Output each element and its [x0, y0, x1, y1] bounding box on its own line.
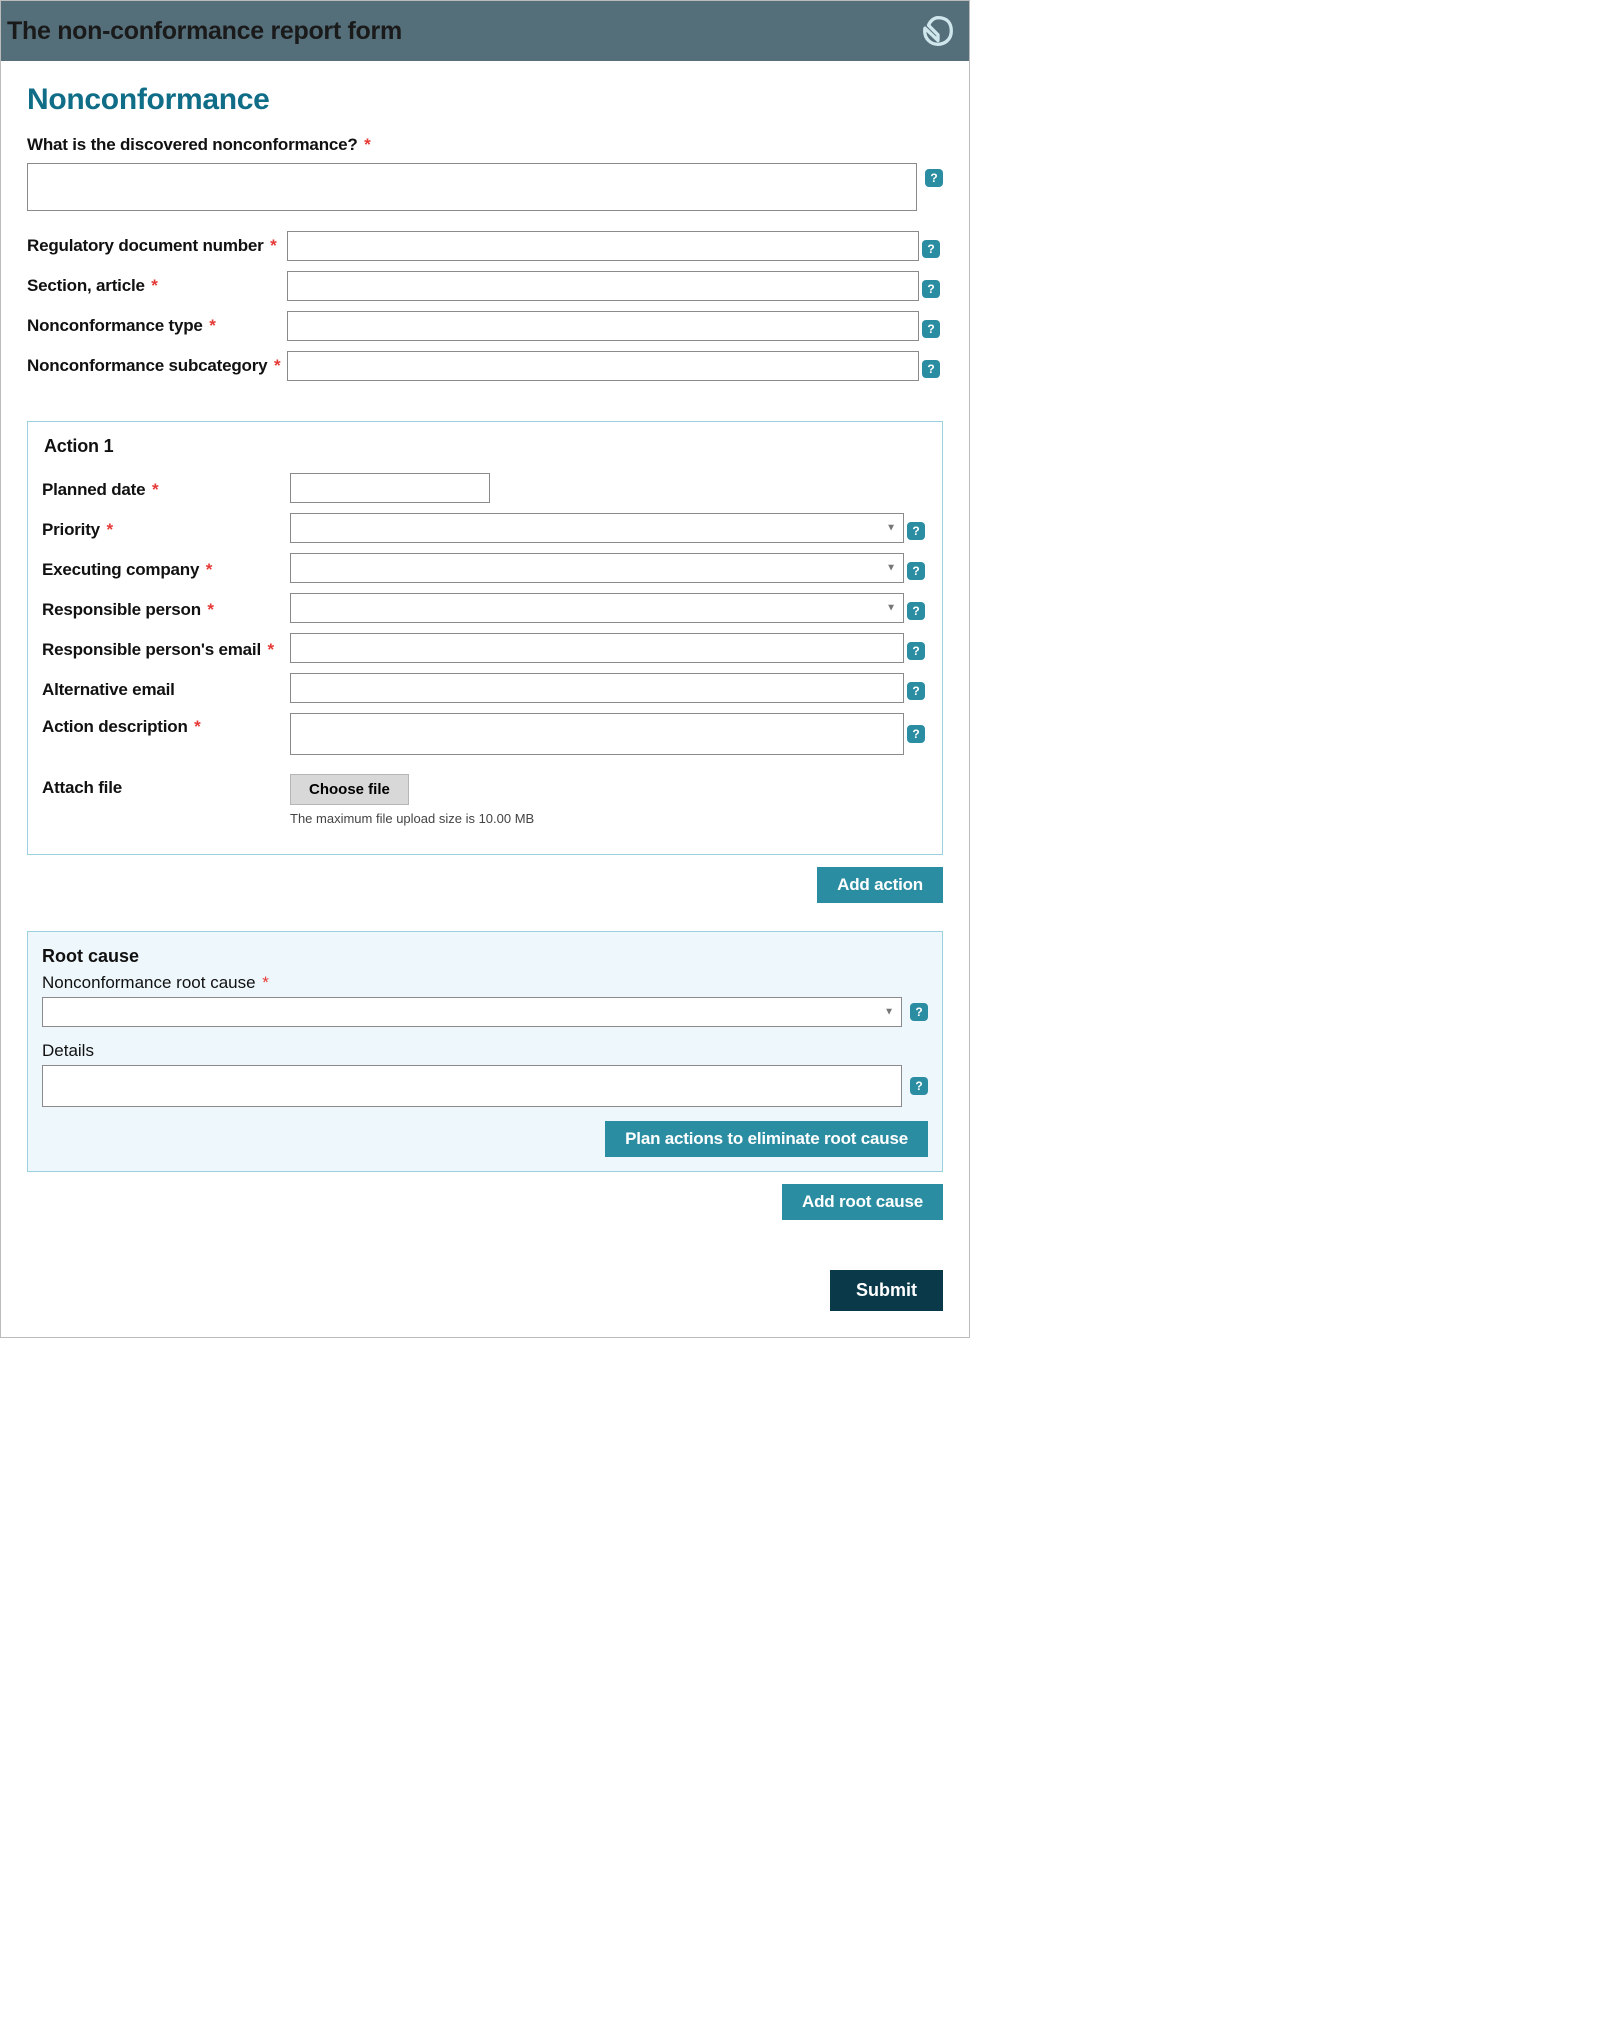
help-icon[interactable]: ? — [925, 169, 943, 187]
nonconformance-type-input[interactable] — [287, 311, 919, 341]
help-icon[interactable]: ? — [907, 642, 925, 660]
root-cause-title: Root cause — [42, 946, 928, 967]
label-section-article: Section, article — [27, 276, 145, 295]
required-marker: * — [207, 600, 213, 619]
required-marker: * — [206, 560, 212, 579]
action-box: Action 1 Planned date * Priority * — [27, 421, 943, 855]
root-cause-box: Root cause Nonconformance root cause * ▼… — [27, 931, 943, 1172]
label-root-details: Details — [42, 1041, 928, 1061]
help-icon[interactable]: ? — [907, 522, 925, 540]
label-regulatory-doc: Regulatory document number — [27, 236, 264, 255]
field-planned-date: Planned date * — [42, 473, 928, 503]
required-marker: * — [106, 520, 112, 539]
label-executing-company: Executing company — [42, 560, 199, 579]
add-action-button[interactable]: Add action — [817, 867, 943, 903]
help-icon[interactable]: ? — [907, 725, 925, 743]
label-nonconformance-type: Nonconformance type — [27, 316, 203, 335]
required-marker: * — [270, 236, 276, 255]
help-icon[interactable]: ? — [922, 360, 940, 378]
required-marker: * — [194, 717, 200, 736]
page-title: The non-conformance report form — [7, 17, 402, 46]
section-title-nonconformance: Nonconformance — [27, 83, 943, 117]
label-attach-file: Attach file — [42, 778, 122, 797]
form-card: The non-conformance report form Nonconfo… — [0, 0, 970, 1338]
help-icon[interactable]: ? — [907, 682, 925, 700]
label-priority: Priority — [42, 520, 100, 539]
card-body: Nonconformance What is the discovered no… — [1, 61, 969, 1337]
field-alternative-email: Alternative email ? — [42, 673, 928, 703]
help-icon[interactable]: ? — [907, 602, 925, 620]
root-cause-select[interactable] — [42, 997, 902, 1027]
field-discovered-nonconformance: What is the discovered nonconformance? *… — [27, 135, 943, 211]
required-marker: * — [274, 356, 280, 375]
logo-leaf-icon — [919, 12, 957, 50]
required-marker: * — [151, 276, 157, 295]
add-root-cause-button[interactable]: Add root cause — [782, 1184, 943, 1220]
label-responsible-email: Responsible person's email — [42, 640, 261, 659]
help-icon[interactable]: ? — [922, 280, 940, 298]
choose-file-button[interactable]: Choose file — [290, 774, 409, 805]
field-nonconformance-type: Nonconformance type * ? — [27, 311, 943, 341]
file-size-note: The maximum file upload size is 10.00 MB — [290, 811, 904, 826]
field-nonconformance-subcategory: Nonconformance subcategory * ? — [27, 351, 943, 381]
plan-actions-button[interactable]: Plan actions to eliminate root cause — [605, 1121, 928, 1157]
label-responsible-person: Responsible person — [42, 600, 201, 619]
field-regulatory-doc: Regulatory document number * ? — [27, 231, 943, 261]
label-action-description: Action description — [42, 717, 188, 736]
field-responsible-email: Responsible person's email * ? — [42, 633, 928, 663]
discovered-nonconformance-input[interactable] — [27, 163, 917, 211]
executing-company-select[interactable] — [290, 553, 904, 583]
field-responsible-person: Responsible person * ▼ ? — [42, 593, 928, 623]
label-text: What is the discovered nonconformance? — [27, 135, 358, 154]
label-text: Nonconformance root cause — [42, 973, 256, 992]
label-nonconformance-subcategory: Nonconformance subcategory — [27, 356, 267, 375]
section-article-input[interactable] — [287, 271, 919, 301]
field-action-description: Action description * ? — [42, 713, 928, 760]
required-marker: * — [268, 640, 274, 659]
label-discovered-nonconformance: What is the discovered nonconformance? * — [27, 135, 943, 155]
priority-select[interactable] — [290, 513, 904, 543]
field-attach-file: Attach file Choose file The maximum file… — [42, 774, 928, 826]
alternative-email-input[interactable] — [290, 673, 904, 703]
required-marker: * — [262, 973, 269, 992]
help-icon[interactable]: ? — [922, 320, 940, 338]
field-priority: Priority * ▼ ? — [42, 513, 928, 543]
label-planned-date: Planned date — [42, 480, 145, 499]
field-section-article: Section, article * ? — [27, 271, 943, 301]
responsible-email-input[interactable] — [290, 633, 904, 663]
card-header: The non-conformance report form — [1, 1, 969, 61]
regulatory-doc-input[interactable] — [287, 231, 919, 261]
root-details-input[interactable] — [42, 1065, 902, 1107]
responsible-person-select[interactable] — [290, 593, 904, 623]
planned-date-input[interactable] — [290, 473, 490, 503]
help-icon[interactable]: ? — [910, 1003, 928, 1021]
required-marker: * — [152, 480, 158, 499]
required-marker: * — [209, 316, 215, 335]
field-executing-company: Executing company * ▼ ? — [42, 553, 928, 583]
help-icon[interactable]: ? — [922, 240, 940, 258]
required-marker: * — [364, 135, 370, 154]
help-icon[interactable]: ? — [907, 562, 925, 580]
nonconformance-subcategory-input[interactable] — [287, 351, 919, 381]
submit-button[interactable]: Submit — [830, 1270, 943, 1311]
action-description-input[interactable] — [290, 713, 904, 755]
action-box-title: Action 1 — [44, 436, 928, 457]
help-icon[interactable]: ? — [910, 1077, 928, 1095]
label-root-cause: Nonconformance root cause * — [42, 973, 928, 993]
label-alternative-email: Alternative email — [42, 680, 175, 699]
